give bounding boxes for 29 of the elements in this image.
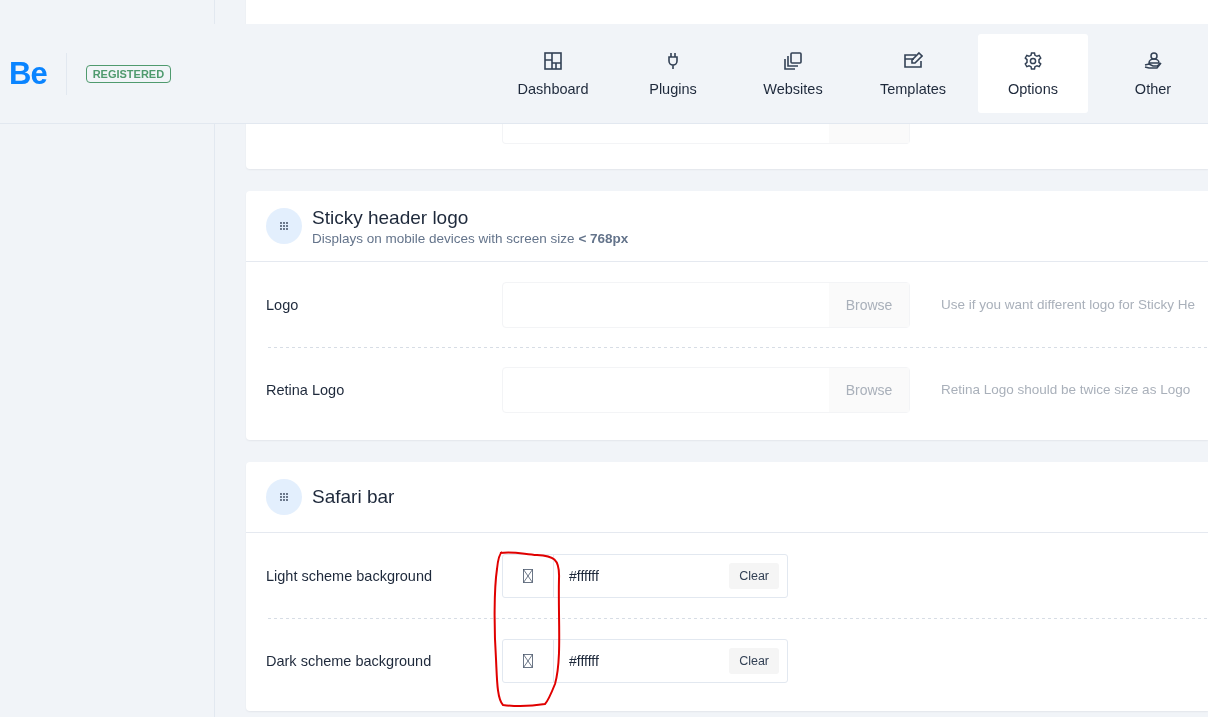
color-input[interactable]: #ffffff <box>554 652 730 669</box>
clear-button[interactable]: Clear <box>729 562 779 589</box>
field-label: Dark scheme background <box>266 652 433 669</box>
clear-button[interactable]: Clear <box>729 647 779 674</box>
color-input[interactable]: #ffffff <box>554 567 730 584</box>
section-title: Sticky header logo <box>312 206 470 229</box>
nav-tab[interactable]: Templates <box>858 34 968 113</box>
registered-badge: REGISTERED <box>85 64 172 83</box>
section-title: Safari bar <box>312 486 395 508</box>
field-hint: Retina Logo should be twice size as Logo <box>941 382 1191 397</box>
field-hint: Use if you want different logo for Sticky He <box>941 297 1196 312</box>
stacked-windows-icon <box>783 50 803 71</box>
dots-grid-icon <box>266 479 302 515</box>
field-label: Logo <box>266 296 300 313</box>
dots-grid-icon <box>266 208 302 244</box>
field-label: Light scheme background <box>266 567 434 584</box>
dashboard-icon <box>543 50 563 71</box>
hand-person-icon <box>1143 50 1163 71</box>
nav-tab[interactable]: Websites <box>738 34 848 113</box>
broken-image-icon <box>523 568 533 583</box>
nav-tab[interactable]: Options <box>978 34 1088 113</box>
section-subtitle: Displays on mobile devices with screen size < 768px <box>312 230 629 246</box>
nav-tab[interactable]: Dashboard <box>498 34 608 113</box>
edit-card-icon <box>903 50 923 71</box>
field-label: Retina Logo <box>266 381 346 398</box>
settings-icon <box>1023 50 1043 71</box>
nav-tab[interactable]: Plugins <box>618 34 728 113</box>
nav-tab[interactable]: Other <box>1098 34 1208 113</box>
broken-image-icon <box>523 653 533 668</box>
